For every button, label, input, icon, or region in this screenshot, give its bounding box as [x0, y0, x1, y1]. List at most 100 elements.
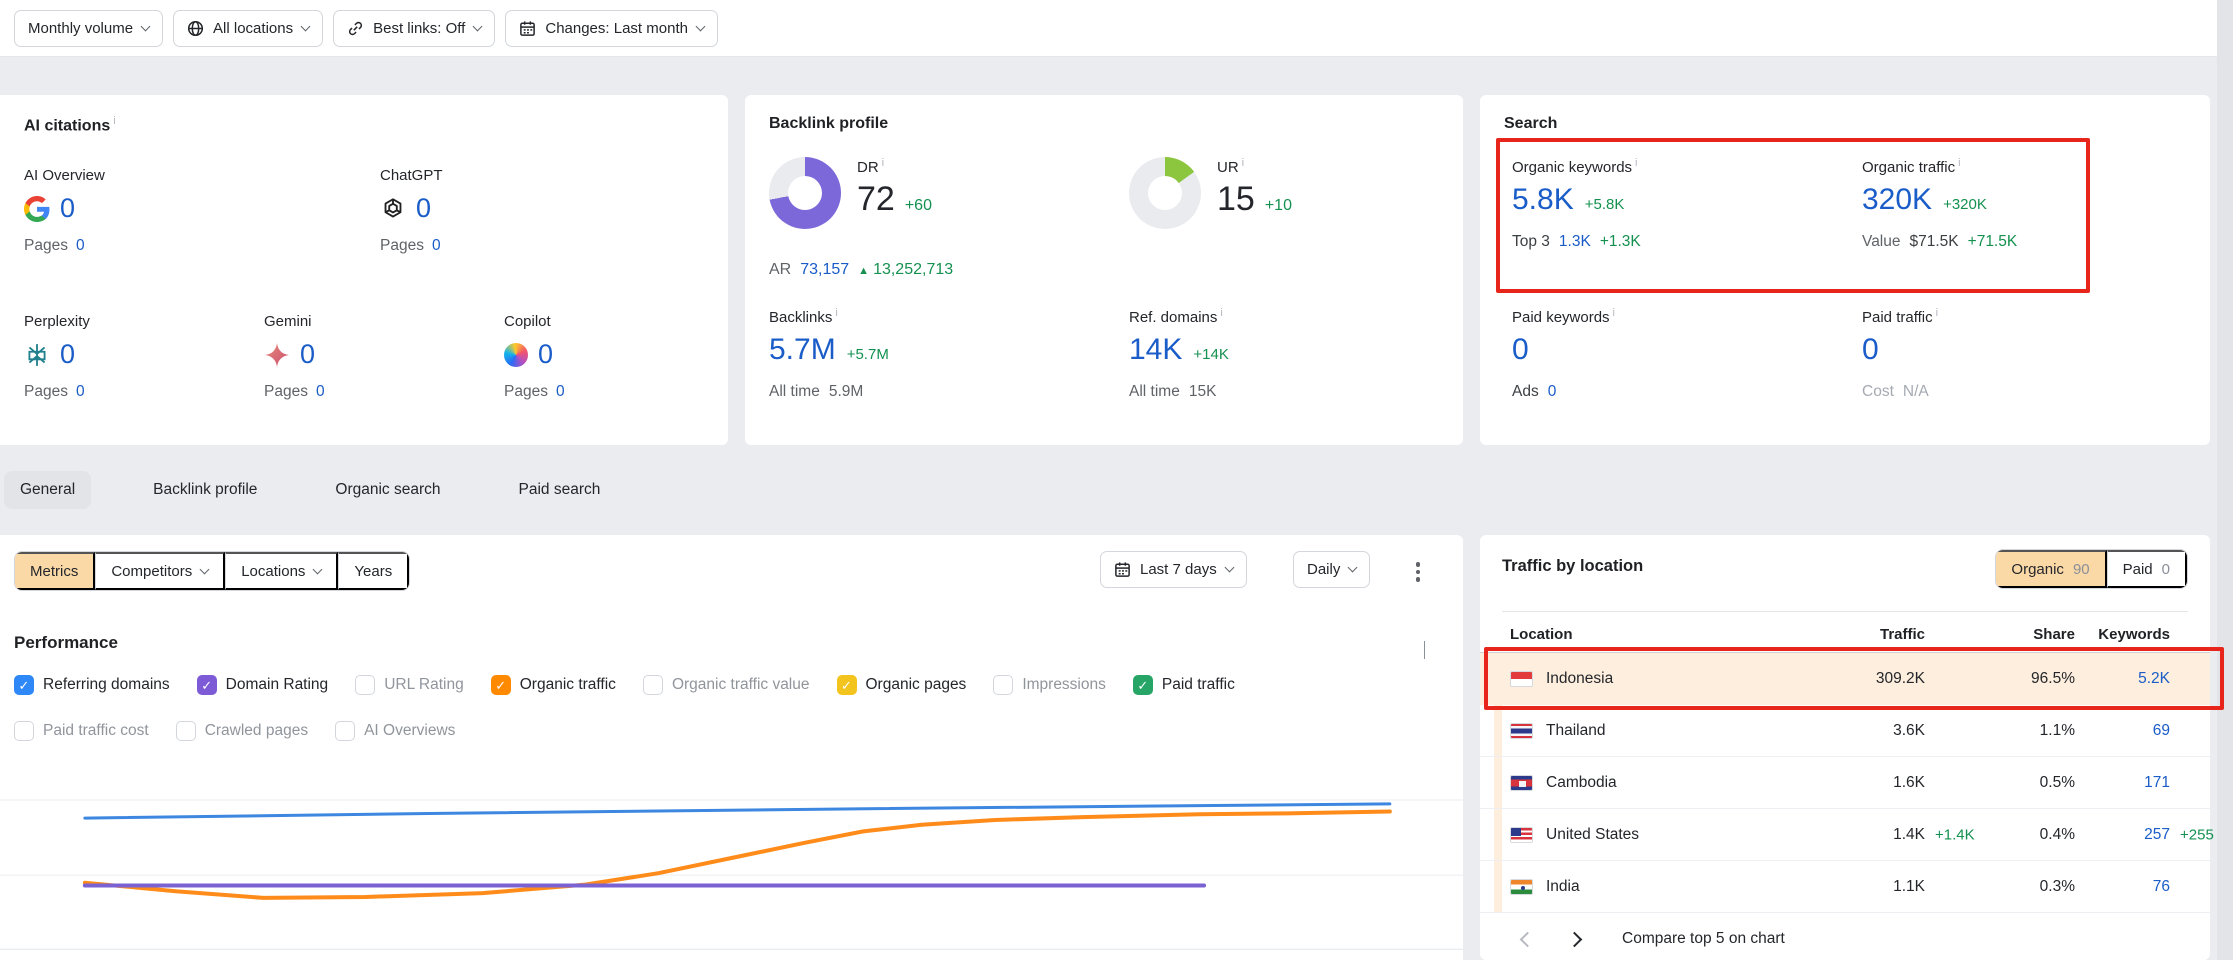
gemini-pages-link[interactable]: 0 [316, 383, 325, 401]
info-icon[interactable]: i [1613, 307, 1615, 319]
keywords-link[interactable]: 76 [2153, 878, 2170, 895]
ref-domains-delta: +14K [1193, 346, 1228, 363]
checkbox-organic-traffic[interactable]: ✓Organic traffic [491, 675, 616, 695]
info-icon[interactable]: i [113, 115, 115, 127]
ar-delta: 13,252,713 [873, 261, 953, 279]
more-options-kebab-icon[interactable] [1408, 561, 1428, 583]
checkbox-url-rating[interactable]: URL Rating [355, 675, 464, 695]
locations-dropdown[interactable]: All locations [173, 10, 323, 47]
paid-keywords-value-link[interactable]: 0 [1512, 333, 1529, 367]
table-row-indonesia[interactable]: Indonesia 309.2K 96.5% 5.2K [1480, 653, 2210, 705]
table-row-cambodia[interactable]: Cambodia 1.6K 0.5% 171 [1480, 757, 2210, 809]
checkbox-domain-rating[interactable]: ✓Domain Rating [197, 675, 329, 695]
checkbox-crawled-pages[interactable]: Crawled pages [176, 721, 308, 741]
paid-traffic-block: Paid traffici 0 CostN/A [1862, 307, 1938, 401]
chatgpt-count[interactable]: 0 [416, 193, 431, 224]
tab-backlink-profile[interactable]: Backlink profile [137, 471, 273, 509]
checkbox-paid-traffic-cost[interactable]: Paid traffic cost [14, 721, 149, 741]
changes-dropdown[interactable]: Changes: Last month [505, 10, 718, 47]
checkbox-impressions[interactable]: Impressions [993, 675, 1106, 695]
segment-metrics[interactable]: Metrics [15, 552, 95, 590]
table-row-india[interactable]: India 1.1K 0.3% 76 [1480, 861, 2210, 913]
tab-general[interactable]: General [4, 471, 91, 509]
calendar-icon [1114, 561, 1131, 578]
ads-value-link[interactable]: 0 [1548, 383, 1557, 401]
vertical-scrollbar[interactable] [2217, 0, 2233, 960]
info-icon[interactable]: i [1936, 307, 1938, 319]
checkbox-ai-overviews[interactable]: AI Overviews [335, 721, 455, 741]
ur-delta: +10 [1265, 197, 1292, 215]
collapse-section-button[interactable] [1424, 641, 1425, 659]
date-range-dropdown[interactable]: Last 7 days [1100, 551, 1247, 588]
checkbox-organic-pages[interactable]: ✓Organic pages [837, 675, 967, 695]
checkbox-organic-traffic-value[interactable]: Organic traffic value [643, 675, 810, 695]
column-share[interactable]: Share [1925, 626, 2075, 643]
column-keywords[interactable]: Keywords [2075, 626, 2170, 643]
keywords-link[interactable]: 257 [2144, 826, 2170, 843]
segment-competitors[interactable]: Competitors [95, 552, 225, 590]
monthly-volume-dropdown[interactable]: Monthly volume [14, 10, 163, 47]
table-row-thailand[interactable]: Thailand 3.6K 1.1% 69 [1480, 705, 2210, 757]
compare-top5-button[interactable]: Compare top 5 on chart [1622, 930, 1785, 948]
keywords-link[interactable]: 5.2K [2138, 670, 2170, 687]
perplexity-count[interactable]: 0 [60, 339, 75, 370]
keywords-link[interactable]: 171 [2144, 774, 2170, 791]
checkbox-box [176, 721, 196, 741]
info-icon[interactable]: i [1220, 307, 1222, 319]
date-range-label: Last 7 days [1140, 561, 1217, 578]
ar-value-link[interactable]: 73,157 [800, 261, 849, 279]
toggle-paid[interactable]: Paid0 [2107, 550, 2187, 588]
toggle-organic[interactable]: Organic90 [1996, 550, 2106, 588]
checkbox-box [14, 721, 34, 741]
checkbox-box: ✓ [837, 675, 857, 695]
info-icon[interactable]: i [1242, 157, 1244, 169]
copilot-count[interactable]: 0 [538, 339, 553, 370]
segment-years[interactable]: Years [338, 552, 409, 590]
copilot-pages-link[interactable]: 0 [556, 383, 565, 401]
keywords-link[interactable]: 69 [2153, 722, 2170, 739]
thailand-flag-icon [1510, 723, 1533, 739]
chevron-down-icon [313, 564, 323, 574]
info-icon[interactable]: i [835, 307, 837, 319]
authority-rank-line: AR 73,157 ▲ 13,252,713 [769, 261, 953, 279]
perplexity-pages-link[interactable]: 0 [76, 383, 85, 401]
checkbox-referring-domains[interactable]: ✓Referring domains [14, 675, 170, 695]
organic-keywords-value-link[interactable]: 5.8K [1512, 183, 1574, 217]
domain-rating-block: DRi 72+60 [769, 157, 932, 229]
chevron-down-icon [301, 21, 311, 31]
chevron-down-icon [1348, 563, 1358, 573]
united-states-flag-icon [1510, 827, 1533, 843]
column-location[interactable]: Location [1510, 626, 1805, 643]
best-links-dropdown[interactable]: Best links: Off [333, 10, 495, 47]
traffic-value-amount: $71.5K [1910, 233, 1959, 251]
next-page-icon[interactable] [1567, 931, 1583, 947]
monthly-volume-label: Monthly volume [28, 20, 133, 37]
gemini-count[interactable]: 0 [300, 339, 315, 370]
indonesia-flag-icon [1510, 671, 1533, 687]
share-cell: 0.4% [1925, 826, 2075, 844]
backlinks-value-link[interactable]: 5.7M [769, 333, 836, 367]
info-icon[interactable]: i [882, 157, 884, 169]
top3-value-link[interactable]: 1.3K [1559, 233, 1591, 251]
info-icon[interactable]: i [1958, 157, 1960, 169]
segment-locations[interactable]: Locations [225, 552, 338, 590]
india-flag-icon [1510, 879, 1533, 895]
chevron-down-icon [200, 564, 210, 574]
checkbox-paid-traffic[interactable]: ✓Paid traffic [1133, 675, 1235, 695]
granularity-dropdown[interactable]: Daily [1293, 551, 1370, 588]
keywords-cell: 5.2K [2075, 670, 2170, 688]
ai-overview-count[interactable]: 0 [60, 193, 75, 224]
chatgpt-pages-link[interactable]: 0 [432, 237, 441, 255]
organic-traffic-value-link[interactable]: 320K [1862, 183, 1932, 217]
filter-toolbar: Monthly volume All locations Best links:… [0, 0, 2233, 57]
ref-domains-value-link[interactable]: 14K [1129, 333, 1182, 367]
previous-page-icon[interactable] [1520, 931, 1536, 947]
paid-traffic-value-link[interactable]: 0 [1862, 333, 1879, 367]
tab-organic-search[interactable]: Organic search [319, 471, 456, 509]
tab-paid-search[interactable]: Paid search [503, 471, 617, 509]
info-icon[interactable]: i [1635, 157, 1637, 169]
ai-overview-pages-link[interactable]: 0 [76, 237, 85, 255]
changes-label: Changes: Last month [545, 20, 688, 37]
column-traffic[interactable]: Traffic [1805, 626, 1925, 643]
table-row-united-states[interactable]: United States 1.4K+1.4K 0.4% 257+255 [1480, 809, 2210, 861]
